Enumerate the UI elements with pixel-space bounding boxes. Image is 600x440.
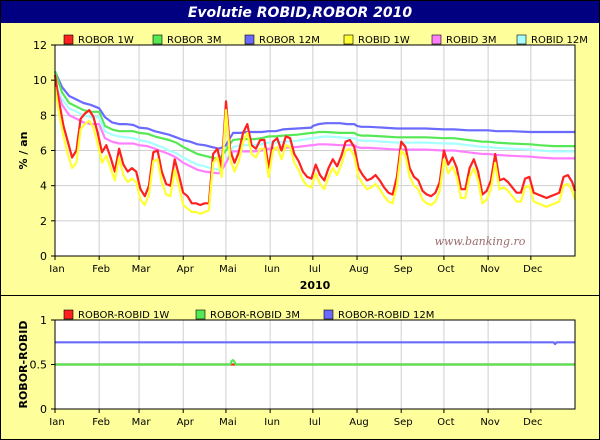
legend-label: ROBOR-ROBID 3M — [210, 310, 300, 321]
legend-swatch — [516, 34, 527, 45]
legend-label: ROBOR 12M — [259, 35, 320, 46]
x-tick-label: Sep — [394, 264, 413, 275]
legend-swatch — [195, 309, 206, 320]
y-tick-label: 2 — [40, 215, 47, 228]
x-tick-label: Dec — [523, 417, 542, 428]
chart-canvas: Evolutie ROBID,ROBOR 2010024681012Ian Feb… — [0, 0, 600, 440]
legend-swatch — [152, 34, 163, 45]
legend: ROBOR-ROBID 1W ROBOR-ROBID 3M ROBOR-ROBID … — [63, 309, 434, 321]
x-tick-label: Iul — [309, 264, 321, 275]
x-tick-label: Sep — [394, 417, 413, 428]
x-tick-label: Oct — [437, 264, 454, 275]
x-tick-label: Nov — [480, 264, 500, 275]
x-tick-label: Mai — [219, 417, 237, 428]
x-tick-label: Feb — [92, 417, 110, 428]
chart-title: Evolutie ROBID,ROBOR 2010 — [188, 5, 413, 21]
y-tick-label: 10 — [33, 74, 47, 87]
legend-label: ROBID 3M — [446, 35, 497, 46]
legend-label: ROBOR-ROBID 1W — [78, 310, 169, 321]
legend-swatch — [323, 309, 334, 320]
y-tick-label: 12 — [33, 39, 47, 52]
x-tick-label: Iun — [264, 264, 280, 275]
legend-label: ROBID 12M — [531, 35, 588, 46]
legend-swatch — [63, 34, 74, 45]
plot-panel-1: 0 2 4 6 8 10 12 Ian Feb Mar Apr Mai Iun Iul Aug Sep Oct N… — [17, 34, 588, 292]
x-tick-label: Nov — [480, 417, 500, 428]
x-tick-label: Mar — [132, 264, 152, 275]
legend-label: ROBOR 1W — [78, 35, 134, 46]
watermark: www.banking.ro — [435, 235, 526, 248]
x-tick-label: Mar — [132, 417, 152, 428]
y-axis-label: % / an — [17, 132, 30, 170]
y-tick-label: 1 — [40, 314, 47, 327]
y-tick-label: 0 — [40, 403, 47, 416]
y-tick-label: 0 — [40, 250, 47, 263]
x-tick-label: Mai — [219, 264, 237, 275]
x-tick-label: Apr — [177, 417, 195, 428]
x-tick-label: Aug — [349, 417, 369, 428]
x-tick-label: Ian — [49, 264, 64, 275]
y-tick-label: 6 — [40, 145, 47, 158]
x-tick-label: Aug — [349, 264, 369, 275]
legend-label: ROBOR-ROBID 12M — [338, 310, 434, 321]
legend-label: ROBOR 3M — [167, 35, 222, 46]
x-tick-label: Iul — [309, 417, 321, 428]
x-axis-label: 2010 — [300, 279, 331, 292]
legend-label: ROBID 1W — [358, 35, 410, 46]
x-tick-label: Ian — [49, 417, 64, 428]
chart-page: Evolutie ROBID,ROBOR 2010 0 2 4 6 8 10 12 Ian Feb… — [0, 0, 600, 440]
x-tick-label: Oct — [437, 417, 454, 428]
y-axis-label: ROBOR-ROBID — [17, 320, 30, 408]
legend-swatch — [431, 34, 442, 45]
y-tick-label: 8 — [40, 109, 47, 122]
x-tick-label: Iun — [264, 417, 280, 428]
x-tick-label: Feb — [92, 264, 110, 275]
x-tick-label: Apr — [177, 264, 195, 275]
y-tick-label: 0.5 — [30, 359, 48, 372]
legend-swatch — [343, 34, 354, 45]
y-tick-label: 4 — [40, 180, 47, 193]
legend-swatch — [244, 34, 255, 45]
x-tick-label: Dec — [523, 264, 542, 275]
legend-swatch — [63, 309, 74, 320]
